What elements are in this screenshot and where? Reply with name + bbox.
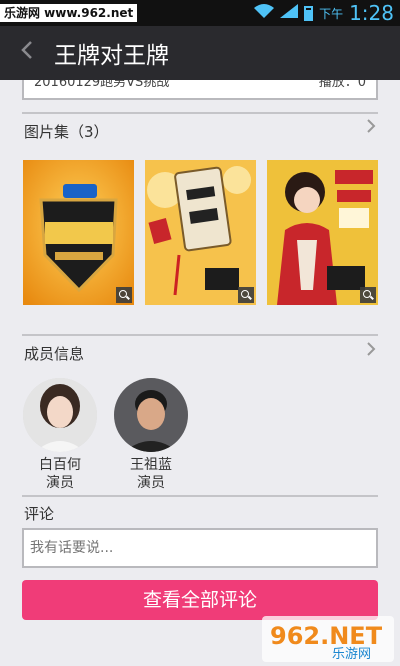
member-name: 白百何 xyxy=(39,457,81,473)
member-role: 演员 xyxy=(137,475,165,491)
page-title: 王牌对王牌 xyxy=(54,43,169,69)
battery-icon xyxy=(304,5,314,21)
member-role: 演员 xyxy=(46,475,74,491)
comments-title: 评论 xyxy=(24,505,55,523)
status-ampm: 下午 xyxy=(319,6,344,21)
divider xyxy=(22,112,378,114)
site-logo-watermark: 962.NET 乐游网 xyxy=(262,616,394,662)
member-card[interactable]: 白百何 演员 xyxy=(22,378,98,492)
signal-icon xyxy=(280,4,299,22)
status-icons: 下午 1:28 xyxy=(254,0,394,26)
member-name: 王祖蓝 xyxy=(130,457,172,473)
view-all-comments-button[interactable]: 查看全部评论 xyxy=(22,580,378,620)
back-arrow-icon[interactable] xyxy=(20,39,42,67)
gallery-image-3[interactable] xyxy=(267,160,378,305)
chevron-right-icon[interactable] xyxy=(366,341,376,362)
chevron-right-icon[interactable] xyxy=(366,118,376,139)
logo-main-text: 962.NET xyxy=(270,622,383,650)
zoom-icon[interactable] xyxy=(116,287,132,303)
gallery-image-2[interactable] xyxy=(145,160,256,305)
zoom-icon[interactable] xyxy=(360,287,376,303)
status-time: 1:28 xyxy=(349,1,394,25)
gallery-image-1[interactable] xyxy=(23,160,134,305)
zoom-icon[interactable] xyxy=(238,287,254,303)
wifi-icon xyxy=(254,4,275,22)
app-bar: 王牌对王牌 xyxy=(0,26,400,80)
site-watermark: 乐游网 www.962.net xyxy=(0,4,138,22)
avatar xyxy=(23,378,97,452)
gallery-title: 图片集（3） xyxy=(24,123,109,141)
divider xyxy=(22,495,378,497)
divider xyxy=(22,334,378,336)
avatar xyxy=(114,378,188,452)
member-card[interactable]: 王祖蓝 演员 xyxy=(113,378,189,492)
members-title: 成员信息 xyxy=(24,345,85,363)
comment-input[interactable] xyxy=(22,528,378,568)
logo-sub-text: 乐游网 xyxy=(332,647,371,662)
status-bar: 乐游网 www.962.net 下午 1:28 xyxy=(0,0,400,26)
